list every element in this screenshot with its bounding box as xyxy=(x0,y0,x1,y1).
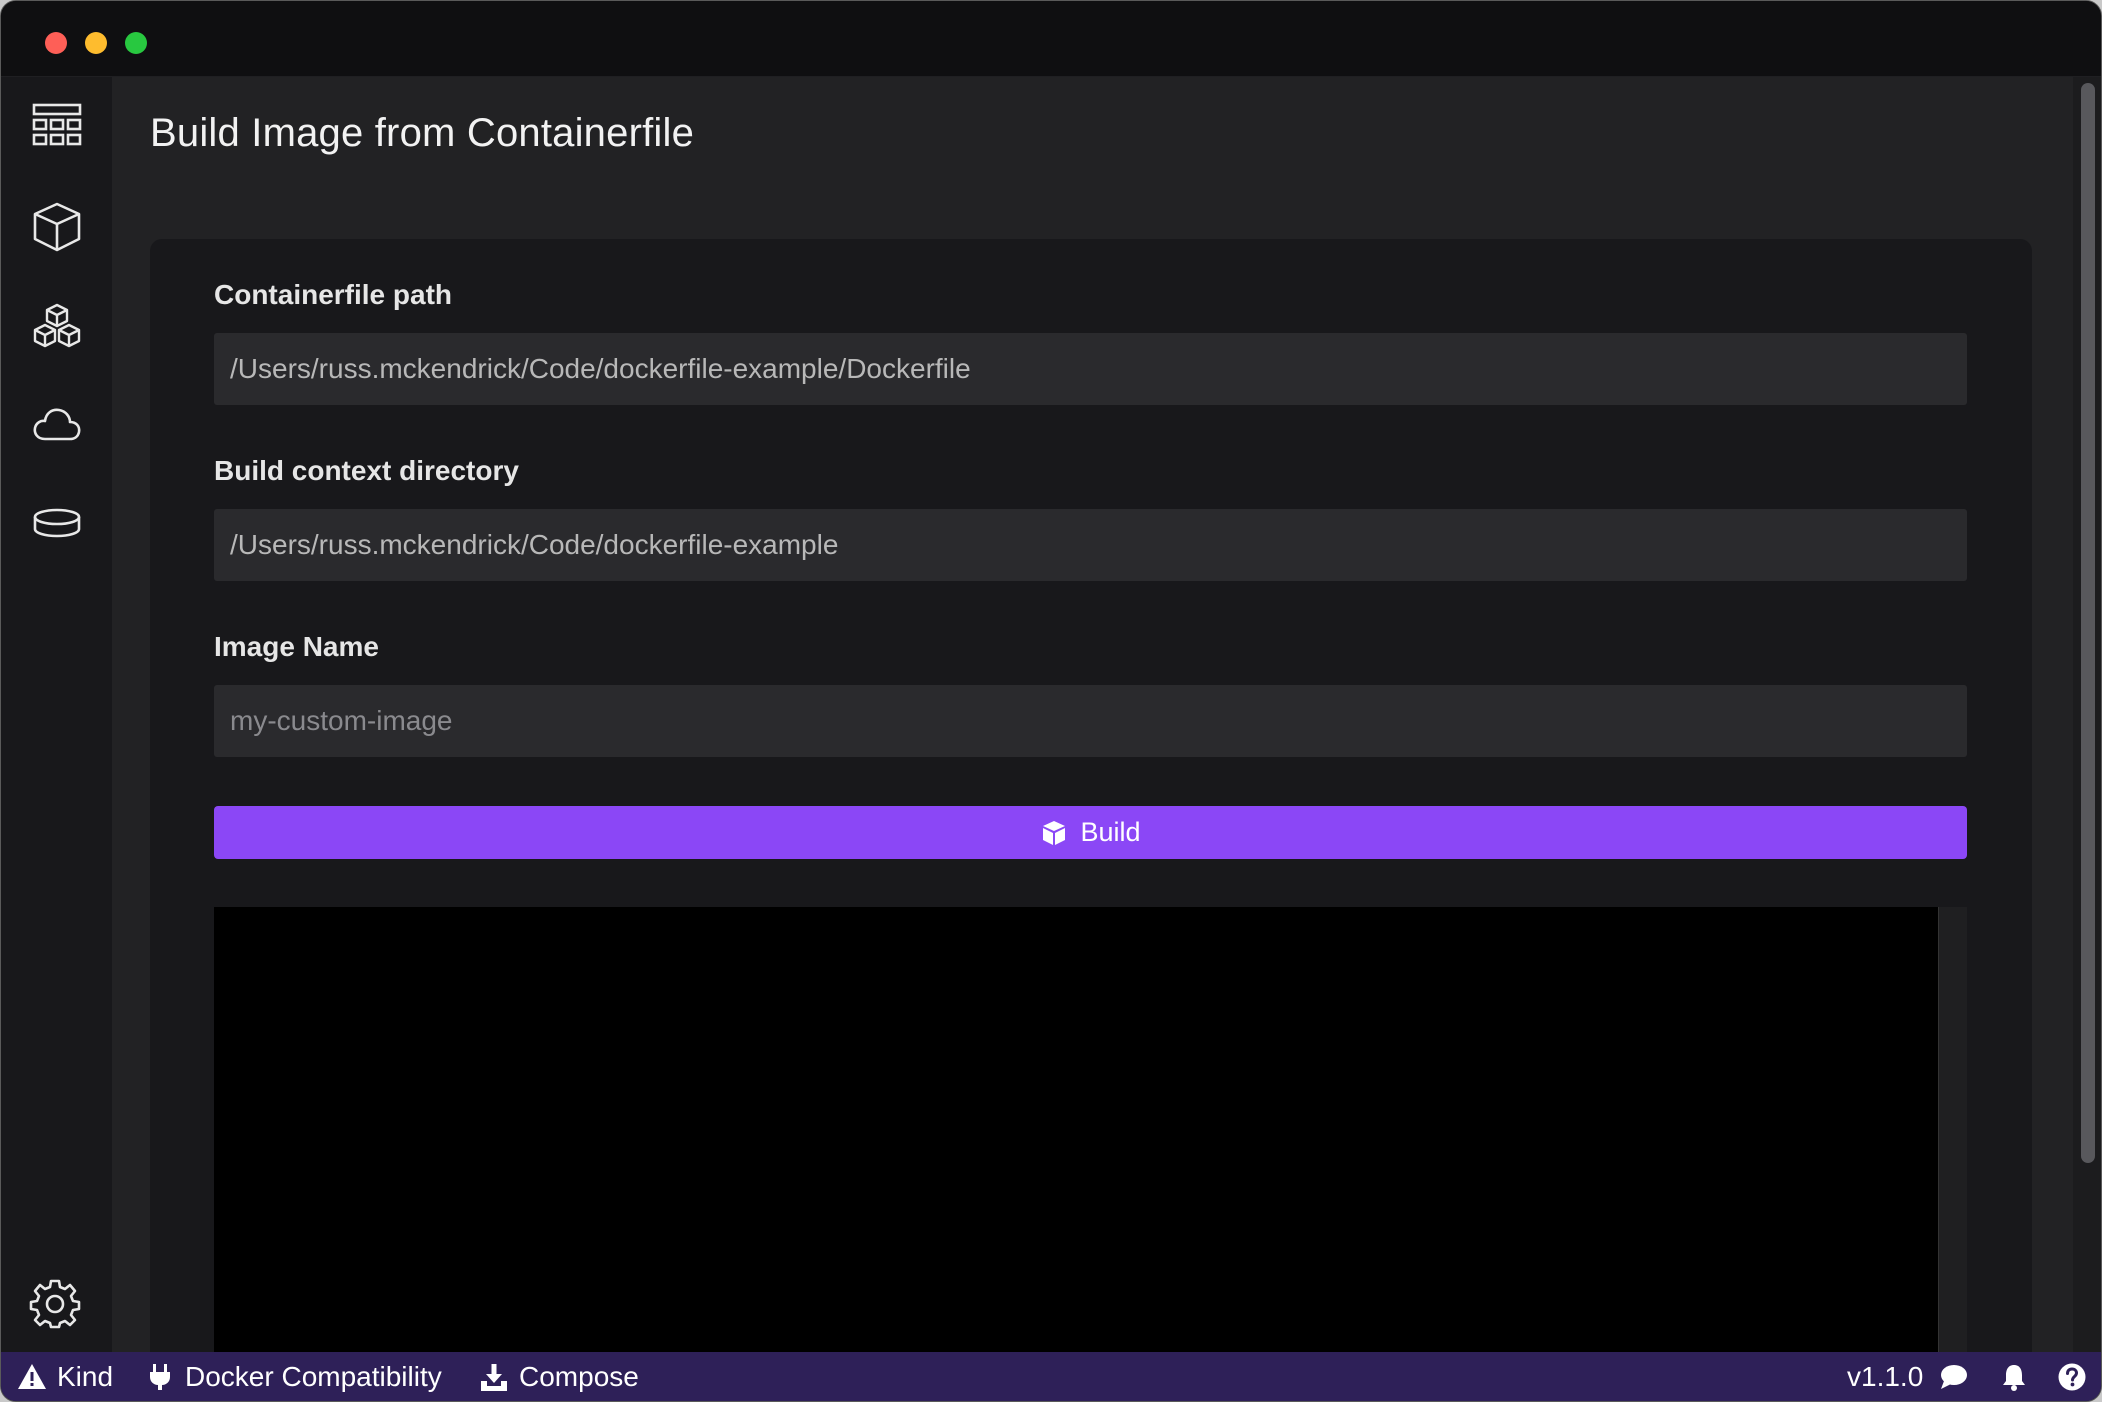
dashboard-icon xyxy=(32,103,82,146)
gear-icon xyxy=(29,1279,81,1329)
close-window-button[interactable] xyxy=(45,32,67,54)
page-scrollbar[interactable] xyxy=(2073,77,2101,1352)
status-bar: Kind Docker Compatibility Compose v1.1.0 xyxy=(1,1352,2101,1401)
version-label: v1.1.0 xyxy=(1847,1360,1924,1392)
warning-icon xyxy=(18,1363,46,1389)
cloud-icon xyxy=(33,408,81,441)
main-content: Build Image from Containerfile Container… xyxy=(112,77,2073,1352)
status-docker-compatibility-label: Docker Compatibility xyxy=(185,1360,442,1392)
status-kind-label: Kind xyxy=(57,1360,114,1392)
status-version: v1.1.0 xyxy=(1847,1352,1923,1401)
feedback-button[interactable] xyxy=(1939,1352,1969,1401)
title-bar xyxy=(1,1,2101,77)
page-scrollbar-thumb[interactable] xyxy=(2081,83,2095,1163)
build-context-label: Build context directory xyxy=(214,455,519,486)
build-button[interactable]: Build xyxy=(214,806,1967,859)
status-docker-compatibility[interactable]: Docker Compatibility xyxy=(145,1352,442,1401)
volumes-icon xyxy=(33,508,81,538)
containerfile-path-label: Containerfile path xyxy=(214,279,453,310)
chat-icon xyxy=(1941,1364,1967,1389)
image-name-label: Image Name xyxy=(214,631,379,662)
status-kind[interactable]: Kind xyxy=(17,1352,113,1401)
build-button-label: Build xyxy=(1080,817,1141,847)
cube-icon xyxy=(1043,820,1066,845)
terminal-scrollbar[interactable] xyxy=(1938,907,1967,1352)
status-compose[interactable]: Compose xyxy=(479,1352,639,1401)
build-context-input[interactable] xyxy=(214,509,1967,581)
sidebar-item-images[interactable] xyxy=(29,299,85,355)
minimize-window-button[interactable] xyxy=(85,32,107,54)
containerfile-path-input[interactable] xyxy=(214,333,1967,405)
maximize-window-button[interactable] xyxy=(125,32,147,54)
sidebar-item-containers[interactable] xyxy=(29,199,85,255)
build-output-terminal[interactable] xyxy=(214,907,1967,1352)
sidebar-item-settings[interactable] xyxy=(27,1275,83,1331)
containers-icon xyxy=(33,202,81,252)
sidebar-item-dashboard[interactable] xyxy=(29,99,85,155)
images-icon xyxy=(33,303,81,348)
sidebar-item-cloud[interactable] xyxy=(29,397,85,453)
sidebar-item-volumes[interactable] xyxy=(29,495,85,551)
image-name-input[interactable] xyxy=(214,685,1967,757)
build-form-card: Containerfile path Build context directo… xyxy=(150,239,2032,1352)
download-icon xyxy=(481,1363,507,1391)
plug-icon xyxy=(150,1363,170,1390)
page-title: Build Image from Containerfile xyxy=(150,111,695,155)
help-icon xyxy=(2058,1363,2086,1390)
app-window: Build Image from Containerfile Container… xyxy=(0,0,2102,1402)
help-button[interactable] xyxy=(2057,1352,2087,1401)
bell-icon xyxy=(2003,1364,2025,1391)
status-compose-label: Compose xyxy=(519,1360,639,1392)
sidebar xyxy=(1,77,112,1352)
notifications-button[interactable] xyxy=(1999,1352,2029,1401)
